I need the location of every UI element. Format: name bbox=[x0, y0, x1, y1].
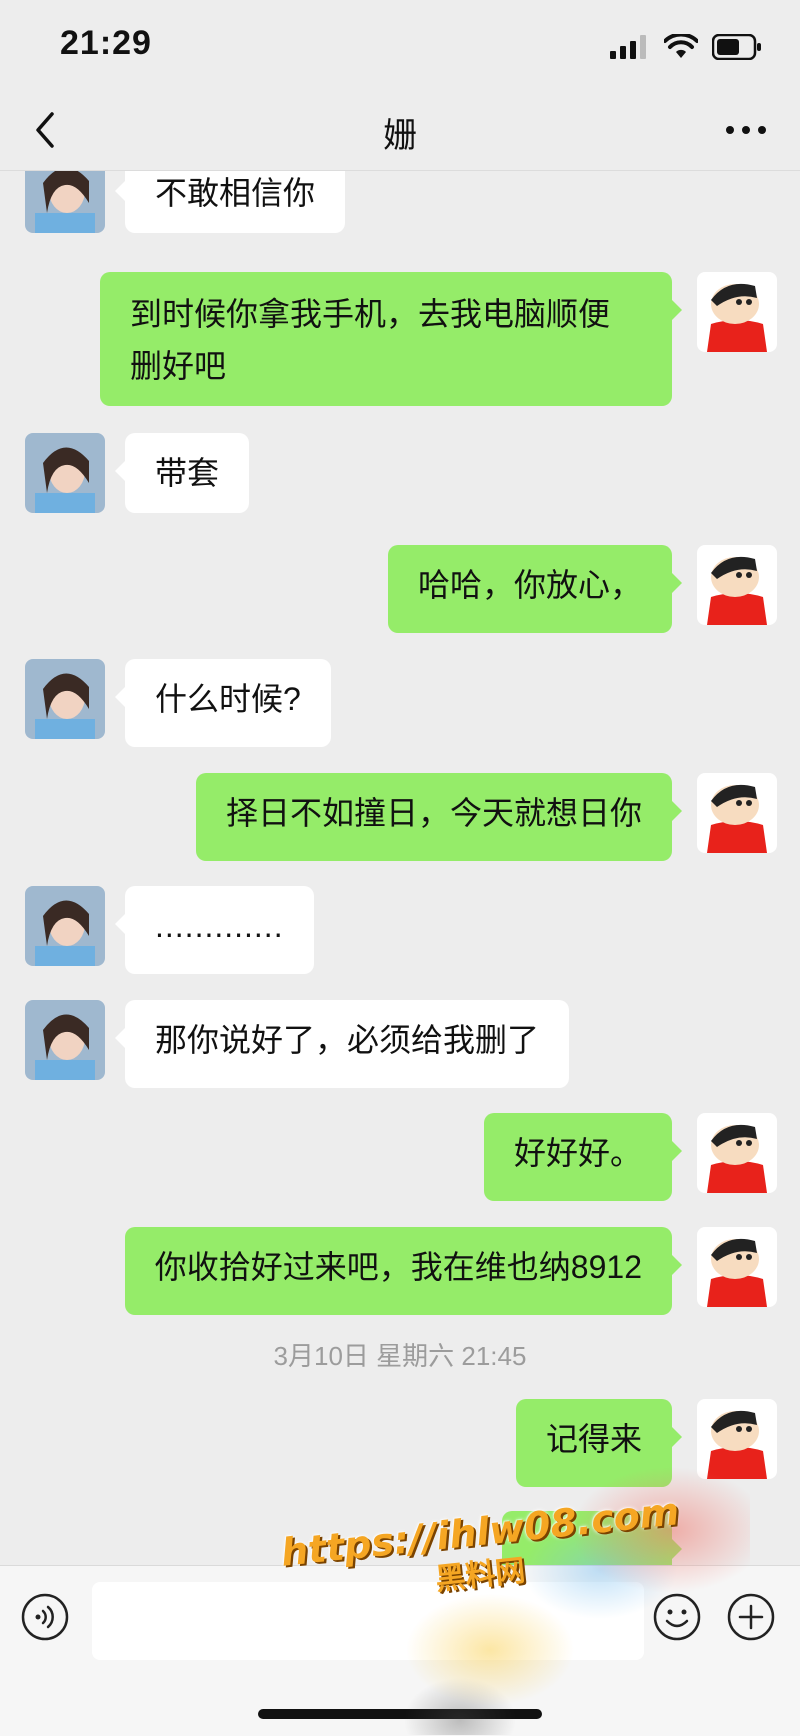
voice-input-button[interactable] bbox=[20, 1592, 70, 1642]
message-bubble-incoming[interactable]: 什么时候? bbox=[115, 659, 331, 747]
message-text-input[interactable] bbox=[92, 1582, 644, 1660]
message-bubble-outgoing[interactable]: 到时候你拿我手机，去我电脑顺便 删好吧 bbox=[100, 272, 682, 406]
message-bubble-outgoing[interactable]: 择日不如撞日，今天就想日你 bbox=[195, 773, 683, 861]
my-avatar[interactable] bbox=[697, 272, 777, 352]
message-bubble-outgoing[interactable]: 哈哈，你放心， bbox=[387, 545, 683, 633]
more-options-button[interactable] bbox=[722, 112, 770, 148]
more-functions-button[interactable] bbox=[726, 1592, 776, 1642]
my-avatar[interactable] bbox=[697, 1227, 777, 1307]
status-bar: 21:29 bbox=[0, 0, 800, 90]
my-avatar[interactable] bbox=[697, 1399, 777, 1479]
message-bubble-incoming[interactable]: 带套 bbox=[114, 433, 250, 513]
contact-avatar[interactable] bbox=[25, 886, 105, 966]
message-input-bar bbox=[0, 1565, 800, 1736]
status-icons bbox=[610, 34, 762, 60]
message-timestamp: 3月10日 星期六 21:45 bbox=[273, 1341, 527, 1371]
home-indicator bbox=[258, 1709, 542, 1719]
wifi-icon bbox=[664, 34, 698, 58]
message-bubble-incoming[interactable]: 不敢相信你 bbox=[114, 171, 346, 233]
contact-avatar[interactable] bbox=[25, 433, 105, 513]
chat-title: 姗 bbox=[383, 117, 417, 155]
status-time: 21:29 bbox=[60, 24, 152, 62]
my-avatar[interactable] bbox=[697, 1113, 777, 1193]
message-bubble-outgoing[interactable]: 记得来 bbox=[515, 1399, 683, 1487]
chat-header: 姗 bbox=[0, 90, 800, 171]
signal-icon bbox=[610, 35, 646, 59]
chat-message-list[interactable]: 不敢相信你 到时候你拿我手机，去我电脑顺便 删好吧 带套 哈哈，你放心， 什么时… bbox=[0, 171, 800, 1565]
battery-icon bbox=[712, 34, 761, 60]
message-bubble-outgoing[interactable]: 你收拾好过来吧，我在维也纳8912 bbox=[124, 1227, 683, 1315]
message-bubble-outgoing-partial[interactable] bbox=[502, 1511, 682, 1565]
message-bubble-incoming[interactable]: 那你说好了，必须给我删了 bbox=[114, 1000, 570, 1088]
my-avatar[interactable] bbox=[697, 545, 777, 625]
contact-avatar[interactable] bbox=[25, 171, 105, 233]
message-line: 删好吧 bbox=[130, 348, 227, 384]
my-avatar[interactable] bbox=[697, 773, 777, 853]
message-bubble-incoming[interactable]: ............. bbox=[115, 886, 314, 974]
message-line: 到时候你拿我手机，去我电脑顺便 bbox=[130, 296, 611, 332]
emoji-button[interactable] bbox=[652, 1592, 702, 1642]
contact-avatar[interactable] bbox=[25, 1000, 105, 1080]
message-bubble-outgoing[interactable]: 好好好。 bbox=[483, 1113, 683, 1201]
contact-avatar[interactable] bbox=[25, 659, 105, 739]
